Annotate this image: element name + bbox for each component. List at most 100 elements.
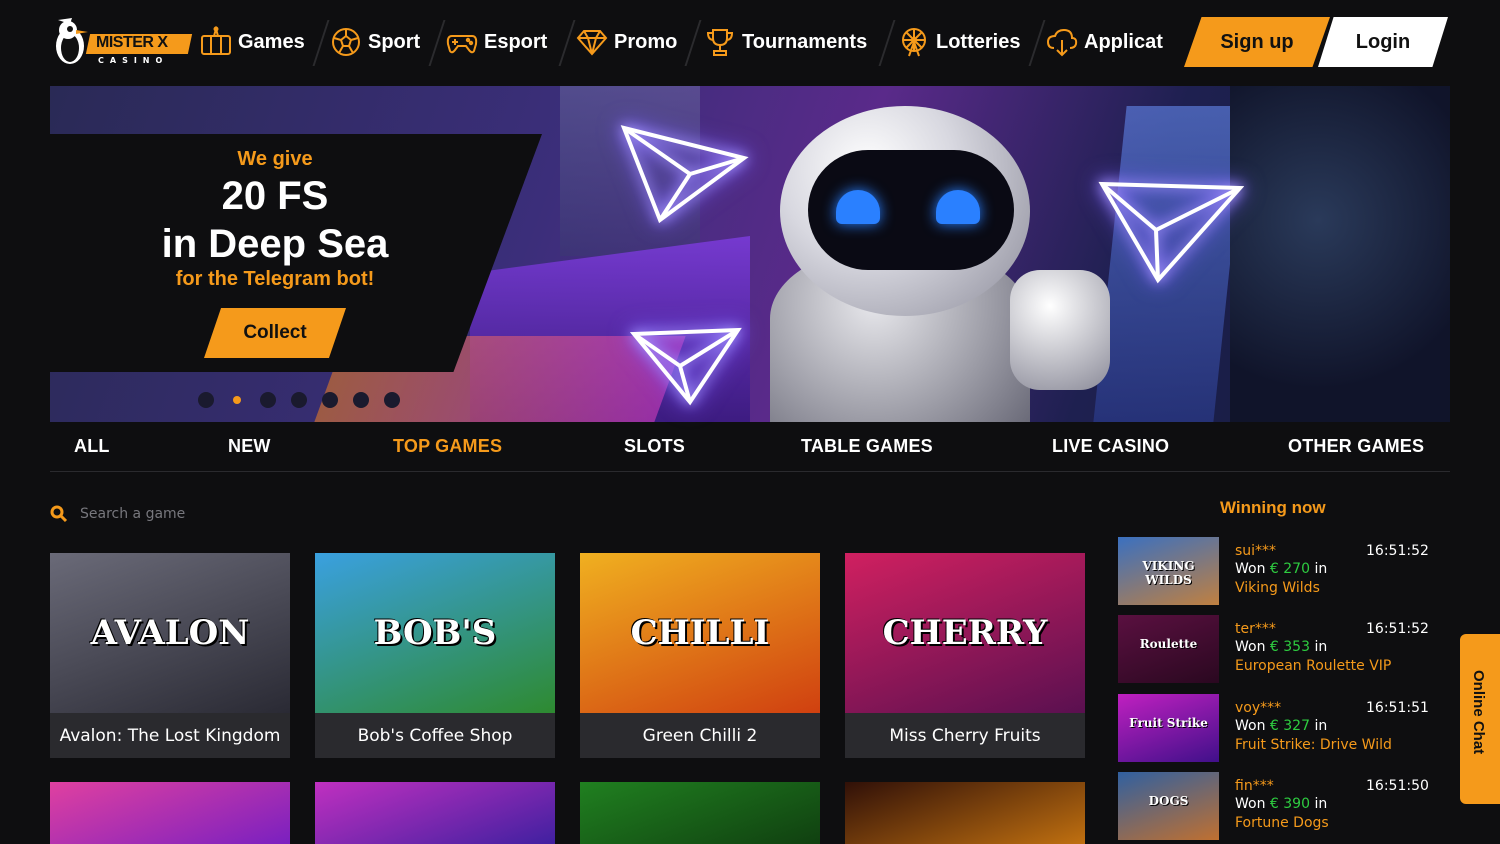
tab-top-games[interactable]: TOP GAMES: [393, 436, 502, 457]
paper-plane-icon: [630, 327, 742, 406]
carousel-dots: [198, 392, 400, 408]
carousel-dot[interactable]: [353, 392, 369, 408]
game-card[interactable]: [580, 782, 820, 844]
online-chat-label: Online Chat: [1470, 670, 1487, 755]
nav-promo[interactable]: Promo: [576, 18, 677, 66]
winner-game-name[interactable]: Viking Wilds: [1235, 580, 1320, 596]
promo-subtitle: for the Telegram bot!: [175, 268, 375, 290]
site-header: MISTER X CASINO Games Sport Esport Promo…: [0, 0, 1500, 84]
tab-other-games[interactable]: OTHER GAMES: [1288, 436, 1424, 457]
game-card[interactable]: CHILLI Green Chilli 2: [580, 553, 820, 758]
game-card[interactable]: [50, 782, 290, 844]
game-name: Avalon: The Lost Kingdom: [59, 725, 281, 746]
nav-application[interactable]: Applicat: [1046, 18, 1163, 66]
winner-game-thumbnail: Fruit Strike: [1118, 694, 1219, 762]
winner-amount-line: Won € 327 in: [1235, 718, 1327, 734]
sign-up-button[interactable]: Sign up: [1184, 17, 1330, 67]
collect-button[interactable]: Collect: [204, 308, 346, 358]
search-input[interactable]: [80, 506, 480, 522]
promo-headline-2: in Deep Sea: [161, 222, 389, 266]
nav-lotteries-label: Lotteries: [936, 30, 1021, 53]
winner-game-name[interactable]: Fortune Dogs: [1235, 815, 1329, 831]
in-label: in: [1314, 796, 1328, 812]
winner-game-art: DOGS: [1148, 794, 1189, 808]
game-name: Green Chilli 2: [642, 725, 758, 746]
won-label: Won: [1235, 639, 1266, 655]
won-label: Won: [1235, 561, 1266, 577]
game-card[interactable]: AVALON Avalon: The Lost Kingdom: [50, 553, 290, 758]
game-thumbnail-art: CHILLI: [630, 613, 770, 653]
winner-username: fin***: [1235, 778, 1274, 794]
logo-text: MISTER X: [96, 34, 168, 51]
nav-esport[interactable]: Esport: [446, 18, 547, 66]
winner-username: ter***: [1235, 621, 1276, 637]
robot-mascot-hand: [1010, 270, 1110, 390]
game-card[interactable]: [845, 782, 1085, 844]
banner-bokeh: [1230, 86, 1450, 422]
game-card[interactable]: BOB'S Bob's Coffee Shop: [315, 553, 555, 758]
tab-live-casino[interactable]: LIVE CASINO: [1052, 436, 1169, 457]
win-amount: € 353: [1269, 639, 1311, 655]
game-thumbnail-art: CHERRY: [882, 613, 1048, 653]
promo-headline: 20 FS: [221, 174, 329, 218]
carousel-dot[interactable]: [384, 392, 400, 408]
winner-row[interactable]: VIKING WILDS sui*** 16:51:52 Won € 270 i…: [1118, 537, 1429, 607]
promo-eyebrow: We give: [237, 148, 313, 170]
winner-game-name[interactable]: European Roulette VIP: [1235, 658, 1391, 674]
winner-row[interactable]: Roulette ter*** 16:51:52 Won € 353 in Eu…: [1118, 615, 1429, 685]
winner-amount-line: Won € 270 in: [1235, 561, 1327, 577]
cloud-download-icon: [1046, 28, 1078, 57]
online-chat-button[interactable]: Online Chat: [1460, 634, 1500, 804]
slot-machine-icon: [201, 26, 231, 55]
tab-all[interactable]: ALL: [74, 436, 110, 457]
winner-time: 16:51:50: [1366, 778, 1429, 794]
diamond-icon: [576, 30, 608, 56]
soccer-ball-icon: [332, 28, 360, 56]
nav-sport-label: Sport: [368, 30, 421, 53]
carousel-dot[interactable]: [198, 392, 214, 408]
winner-game-thumbnail: Roulette: [1118, 615, 1219, 683]
nav-sport[interactable]: Sport: [330, 18, 420, 66]
game-card[interactable]: CHERRY Miss Cherry Fruits: [845, 553, 1085, 758]
nav-tournaments-label: Tournaments: [742, 30, 868, 53]
win-amount: € 327: [1269, 718, 1311, 734]
nav-esport-label: Esport: [484, 30, 548, 53]
winner-amount-line: Won € 353 in: [1235, 639, 1327, 655]
paper-plane-icon: [620, 125, 749, 224]
winner-game-name[interactable]: Fruit Strike: Drive Wild: [1235, 737, 1392, 753]
winner-game-thumbnail: DOGS: [1118, 772, 1219, 840]
nav-games[interactable]: Games: [200, 18, 305, 66]
game-thumbnail-art: AVALON: [90, 613, 250, 653]
in-label: in: [1314, 718, 1328, 734]
tab-table-games[interactable]: TABLE GAMES: [801, 436, 933, 457]
winner-game-art: Fruit Strike: [1129, 716, 1208, 730]
nav-divider: [558, 20, 576, 66]
won-label: Won: [1235, 718, 1266, 734]
carousel-dot[interactable]: [322, 392, 338, 408]
nav-divider: [428, 20, 446, 66]
in-label: in: [1314, 639, 1328, 655]
paper-plane-icon: [1098, 181, 1244, 284]
won-label: Won: [1235, 796, 1266, 812]
game-card[interactable]: [315, 782, 555, 844]
winner-row[interactable]: DOGS fin*** 16:51:50 Won € 390 in Fortun…: [1118, 772, 1429, 842]
login-button[interactable]: Login: [1318, 17, 1448, 67]
logo[interactable]: MISTER X CASINO: [50, 16, 193, 68]
carousel-dot[interactable]: [260, 392, 276, 408]
category-tabs: ALL NEW TOP GAMES SLOTS TABLE GAMES LIVE…: [50, 424, 1450, 472]
nav-lotteries[interactable]: Lotteries: [898, 18, 1020, 66]
carousel-dot-active[interactable]: [233, 396, 241, 404]
tab-new[interactable]: NEW: [228, 436, 271, 457]
ferris-wheel-icon: [902, 28, 926, 57]
winning-now-title: Winning now: [1220, 498, 1326, 517]
tab-slots[interactable]: SLOTS: [624, 436, 685, 457]
winner-row[interactable]: Fruit Strike voy*** 16:51:51 Won € 327 i…: [1118, 694, 1429, 764]
winner-username: sui***: [1235, 543, 1277, 559]
game-name: Miss Cherry Fruits: [889, 725, 1041, 746]
nav-tournaments[interactable]: Tournaments: [704, 18, 867, 66]
logo-subtext: CASINO: [98, 56, 169, 65]
carousel-dot[interactable]: [291, 392, 307, 408]
nav-application-label: Applicat: [1084, 30, 1163, 53]
winner-game-art: VIKING WILDS: [1142, 559, 1195, 587]
win-amount: € 390: [1269, 796, 1311, 812]
